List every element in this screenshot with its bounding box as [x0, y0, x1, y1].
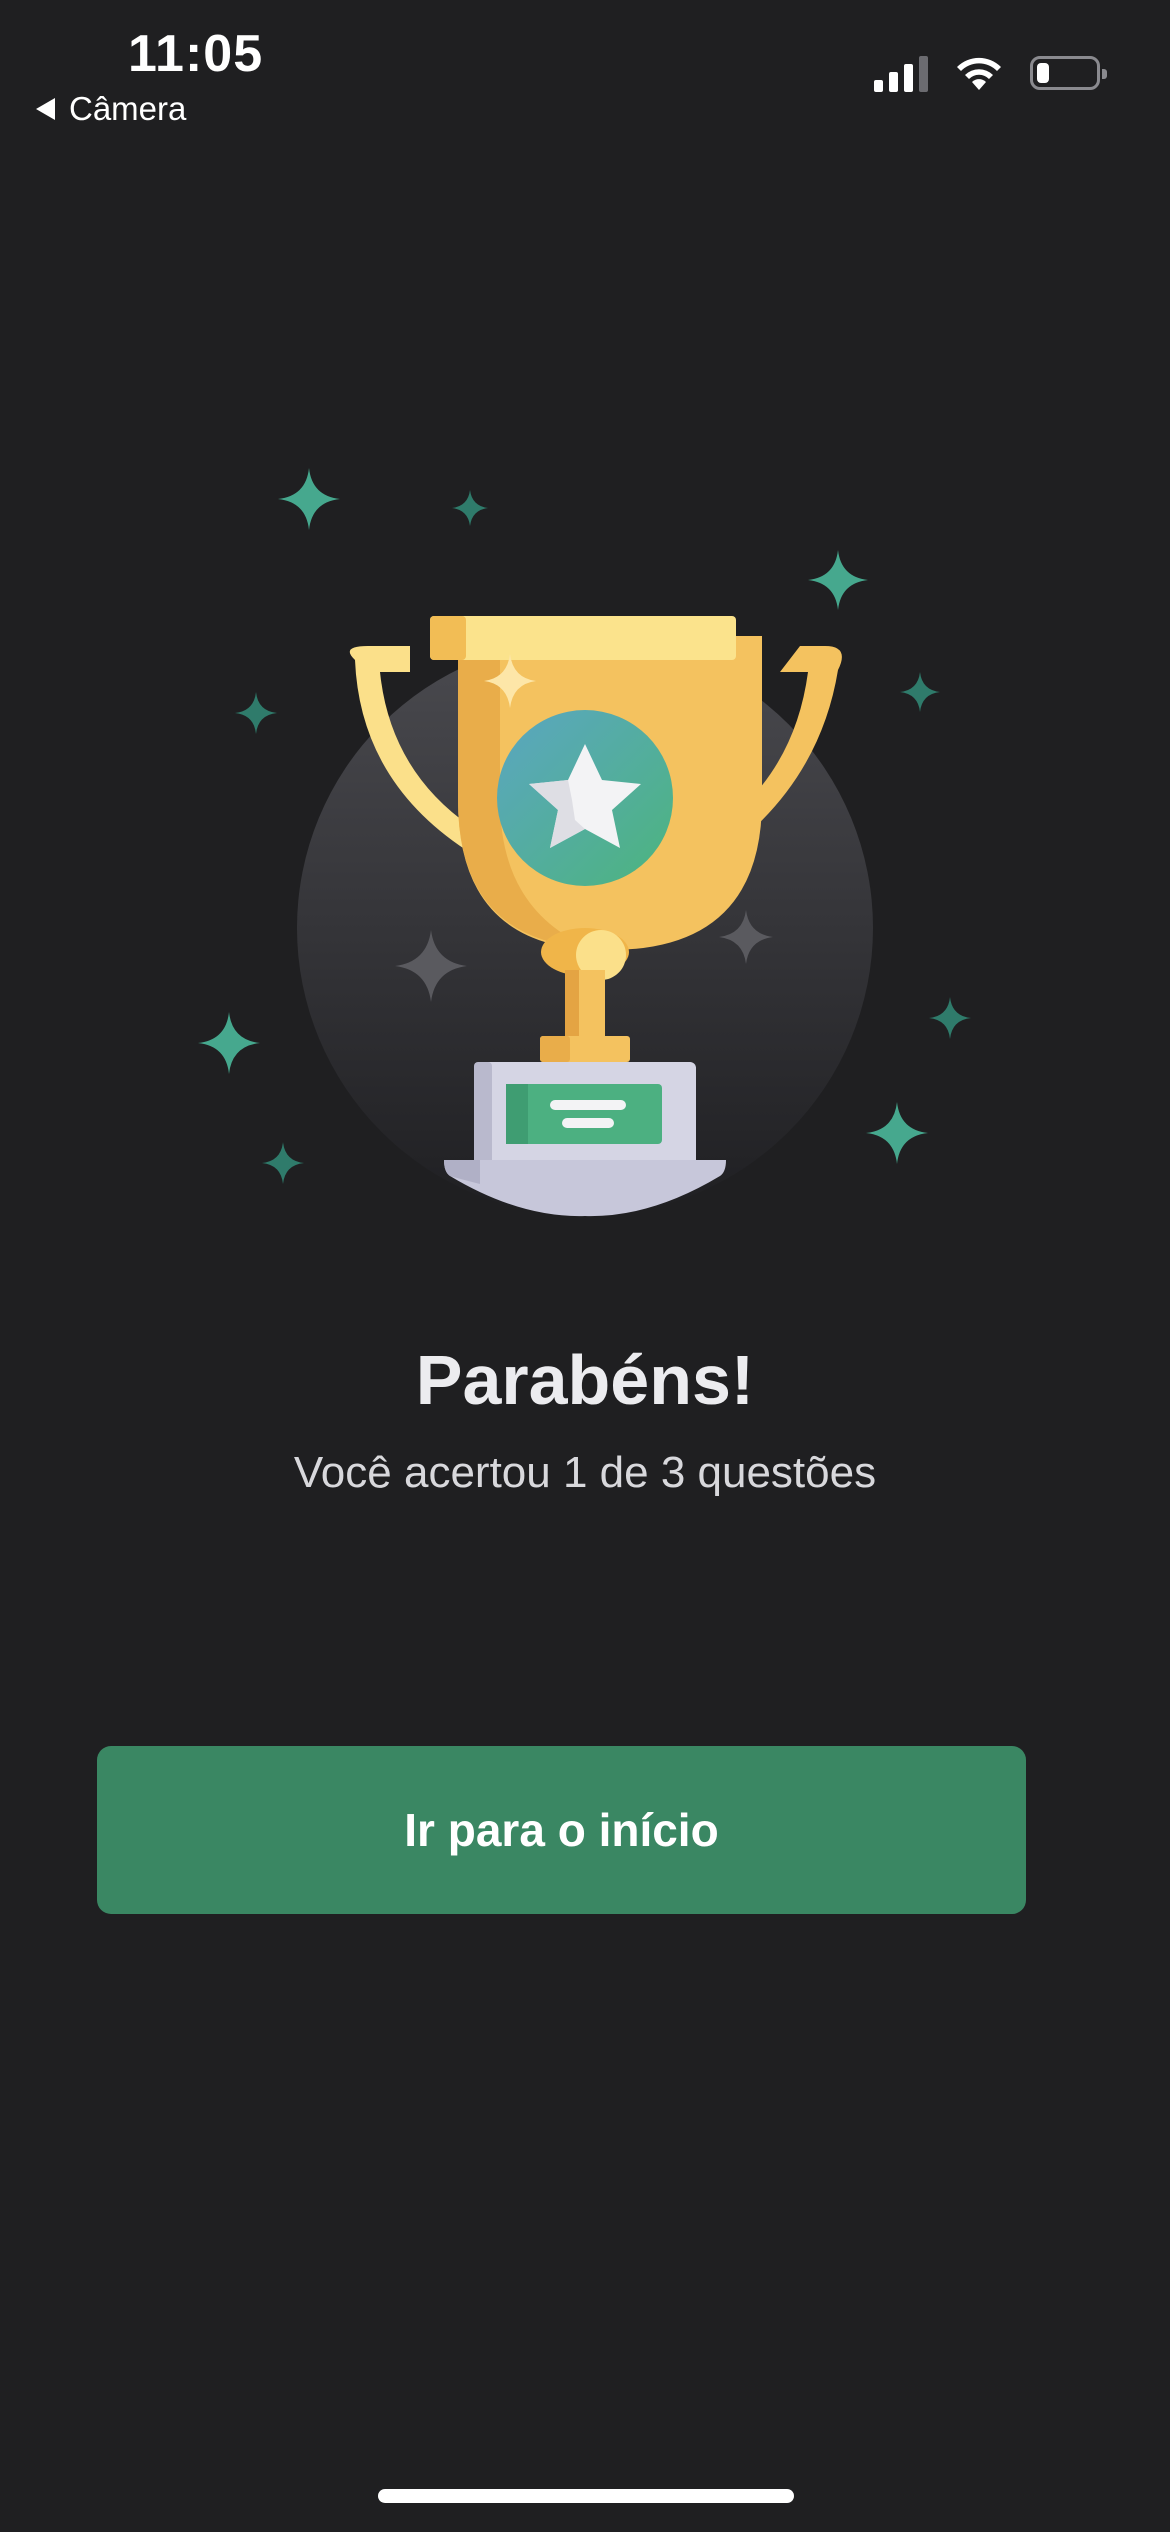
trophy-icon — [198, 468, 971, 1217]
sparkle-icon — [198, 1012, 260, 1074]
quiz-result-screen: 11:05 Câmera Parabéns! Você acertou 1 de… — [0, 0, 1170, 2532]
trophy-rim — [430, 616, 736, 660]
go-to-home-button[interactable]: Ir para o início — [97, 1746, 1026, 1914]
back-label: Câmera — [69, 90, 187, 127]
sparkle-icon — [866, 1102, 928, 1164]
sparkle-icon — [452, 490, 488, 526]
sparkle-icon — [900, 672, 940, 712]
status-time: 11:05 — [128, 25, 264, 83]
sparkle-icon — [929, 997, 971, 1039]
sparkle-icon — [262, 1142, 304, 1184]
result-title: Parabéns! — [415, 1341, 755, 1419]
trophy-stand — [444, 1160, 726, 1217]
battery-icon — [1030, 56, 1107, 90]
back-arrow-icon — [36, 98, 55, 120]
wifi-icon — [957, 57, 1001, 90]
sparkle-icon — [278, 468, 340, 530]
back-to-camera-link[interactable]: Câmera — [36, 90, 186, 128]
battery-level — [1037, 63, 1049, 83]
sparkle-icon — [235, 692, 277, 734]
result-message: Você acertou 1 de 3 questões — [293, 1448, 877, 1497]
trophy-plaque — [506, 1084, 662, 1144]
cellular-signal-icon — [874, 54, 928, 92]
sparkle-icon — [808, 550, 868, 610]
status-icons — [874, 54, 1107, 92]
home-indicator[interactable] — [378, 2489, 794, 2503]
